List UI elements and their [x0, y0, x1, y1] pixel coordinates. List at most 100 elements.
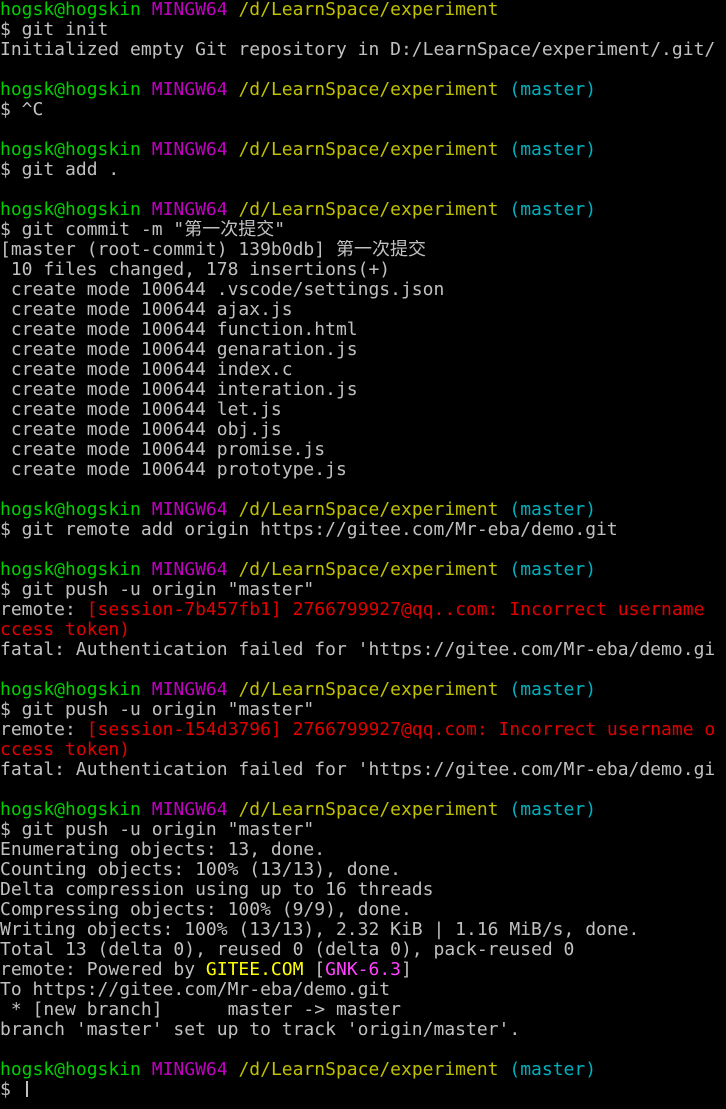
output-text: fatal: Authentication failed for 'https:…: [0, 640, 716, 660]
output-text: $ git push -u origin "master": [0, 700, 315, 720]
prompt-path: /d/LearnSpace/experiment: [238, 200, 499, 220]
terminal-line: remote: [session-7b457fb1] 2766799927@qq…: [0, 600, 726, 620]
output-text: remote: Powered by: [0, 960, 206, 980]
output-text: branch 'master' set up to track 'origin/…: [0, 1020, 521, 1040]
output-text: $ git init: [0, 20, 109, 40]
prompt-user: hogsk@hogskin: [0, 140, 141, 160]
terminal-line: ccess token): [0, 620, 726, 640]
terminal-line: remote: Powered by GITEE.COM [GNK-6.3]: [0, 960, 726, 980]
terminal-line: hogsk@hogskin MINGW64 /d/LearnSpace/expe…: [0, 500, 726, 520]
terminal-line: create mode 100644 prototype.js: [0, 460, 726, 480]
terminal-window[interactable]: hogsk@hogskin MINGW64 /d/LearnSpace/expe…: [0, 0, 726, 1109]
prompt-user: hogsk@hogskin: [0, 1060, 141, 1080]
terminal-line: hogsk@hogskin MINGW64 /d/LearnSpace/expe…: [0, 0, 726, 20]
prompt-branch: (master): [509, 140, 597, 160]
output-text: ]: [401, 960, 412, 980]
output-text: create mode 100644 .vscode/settings.json: [0, 280, 445, 300]
output-text: create mode 100644 promise.js: [0, 440, 326, 460]
prompt-system: MINGW64: [151, 500, 228, 520]
terminal-line: create mode 100644 genaration.js: [0, 340, 726, 360]
prompt-user: hogsk@hogskin: [0, 80, 141, 100]
terminal-line: hogsk@hogskin MINGW64 /d/LearnSpace/expe…: [0, 560, 726, 580]
prompt-system: MINGW64: [151, 680, 228, 700]
output-text: $ git remote add origin https://gitee.co…: [0, 520, 618, 540]
terminal-line: hogsk@hogskin MINGW64 /d/LearnSpace/expe…: [0, 200, 726, 220]
terminal-line: Initialized empty Git repository in D:/L…: [0, 40, 726, 60]
terminal-line: $ git commit -m "第一次提交": [0, 220, 726, 240]
prompt-branch: (master): [509, 1060, 597, 1080]
output-text: remote:: [0, 600, 87, 620]
output-text: Enumerating objects: 13, done.: [0, 840, 326, 860]
terminal-line: $ git add .: [0, 160, 726, 180]
output-text: $ git add .: [0, 160, 120, 180]
output-text: create mode 100644 obj.js: [0, 420, 282, 440]
terminal-line: $ git push -u origin "master": [0, 580, 726, 600]
output-text: To https://gitee.com/Mr-eba/demo.git: [0, 980, 391, 1000]
output-text: [: [303, 960, 326, 980]
prompt-user: hogsk@hogskin: [0, 800, 141, 820]
text-cursor: [25, 1081, 28, 1097]
terminal-line: 10 files changed, 178 insertions(+): [0, 260, 726, 280]
output-text: [master (root-commit) 139b0db] 第一次提交: [0, 240, 426, 260]
prompt-system: MINGW64: [151, 1060, 228, 1080]
terminal-line: [master (root-commit) 139b0db] 第一次提交: [0, 240, 726, 260]
terminal-line: $ git push -u origin "master": [0, 820, 726, 840]
terminal-line: $: [0, 1080, 726, 1100]
gnk-label: GNK-6.3: [325, 960, 401, 980]
prompt-user: hogsk@hogskin: [0, 680, 141, 700]
terminal-line: create mode 100644 .vscode/settings.json: [0, 280, 726, 300]
output-text: Compressing objects: 100% (9/9), done.: [0, 900, 412, 920]
output-text: create mode 100644 ajax.js: [0, 300, 293, 320]
output-text: Delta compression using up to 16 threads: [0, 880, 434, 900]
output-text: fatal: Authentication failed for 'https:…: [0, 760, 716, 780]
prompt-branch: (master): [509, 560, 597, 580]
prompt-branch: (master): [509, 680, 597, 700]
terminal-line: To https://gitee.com/Mr-eba/demo.git: [0, 980, 726, 1000]
output-text: 10 files changed, 178 insertions(+): [0, 260, 391, 280]
terminal-line: branch 'master' set up to track 'origin/…: [0, 1020, 726, 1040]
prompt-user: hogsk@hogskin: [0, 560, 141, 580]
error-text: ccess token): [0, 740, 131, 760]
terminal-line: Writing objects: 100% (13/13), 2.32 KiB …: [0, 920, 726, 940]
error-text: ccess token): [0, 620, 131, 640]
output-text: * [new branch] master -> master: [0, 1000, 401, 1020]
output-text: create mode 100644 genaration.js: [0, 340, 358, 360]
gitee-label: GITEE.COM: [205, 960, 304, 980]
terminal-line: $ git init: [0, 20, 726, 40]
prompt-path: /d/LearnSpace/experiment: [238, 140, 499, 160]
output-text: create mode 100644 function.html: [0, 320, 358, 340]
output-text: create mode 100644 interation.js: [0, 380, 358, 400]
output-text: create mode 100644 prototype.js: [0, 460, 347, 480]
terminal-line: fatal: Authentication failed for 'https:…: [0, 760, 726, 780]
output-text: $ ^C: [0, 100, 44, 120]
output-text: Initialized empty Git repository in D:/L…: [0, 40, 716, 60]
prompt-path: /d/LearnSpace/experiment: [238, 0, 499, 20]
output-text: create mode 100644 let.js: [0, 400, 282, 420]
terminal-line: create mode 100644 promise.js: [0, 440, 726, 460]
prompt-branch: (master): [509, 500, 597, 520]
output-text: create mode 100644 index.c: [0, 360, 293, 380]
terminal-line: $ ^C: [0, 100, 726, 120]
terminal-line: * [new branch] master -> master: [0, 1000, 726, 1020]
output-text: $ git push -u origin "master": [0, 580, 315, 600]
prompt-system: MINGW64: [151, 800, 228, 820]
terminal-line: Compressing objects: 100% (9/9), done.: [0, 900, 726, 920]
